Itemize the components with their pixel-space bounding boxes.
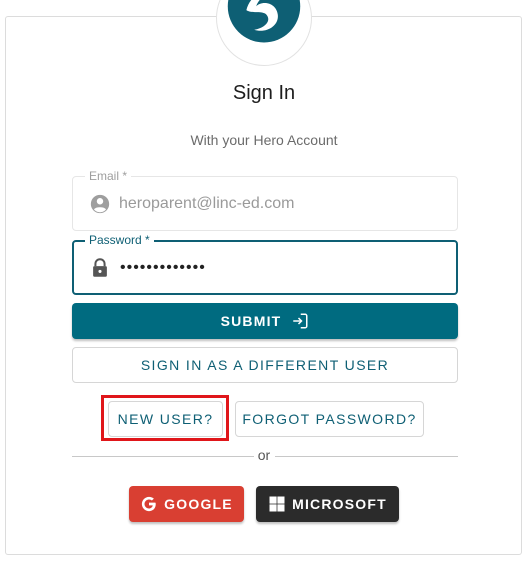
forgot-password-button[interactable]: FORGOT PASSWORD?: [235, 401, 424, 437]
microsoft-sign-in-button[interactable]: MICROSOFT: [256, 486, 399, 522]
microsoft-label: MICROSOFT: [292, 496, 387, 512]
submit-button[interactable]: SUBMIT: [72, 303, 458, 339]
divider-left: [72, 456, 254, 457]
submit-label: SUBMIT: [220, 313, 282, 329]
page-subtitle: With your Hero Account: [190, 132, 338, 148]
google-label: GOOGLE: [164, 496, 233, 512]
page-title: Sign In: [232, 82, 296, 104]
highlight-box: [101, 395, 229, 441]
lock-icon: [89, 257, 111, 279]
forgot-password-label: FORGOT PASSWORD?: [242, 411, 417, 427]
password-value: •••••••••••••: [120, 259, 206, 276]
google-sign-in-button[interactable]: GOOGLE: [129, 486, 244, 522]
login-icon: [291, 312, 309, 330]
account-circle-icon: [89, 193, 111, 215]
google-icon: [140, 495, 158, 513]
microsoft-icon: [268, 495, 286, 513]
divider-or: or: [257, 447, 271, 463]
password-field[interactable]: Password * •••••••••••••: [72, 233, 458, 295]
divider-right: [275, 456, 458, 457]
different-user-label: SIGN IN AS A DIFFERENT USER: [140, 357, 390, 373]
email-field[interactable]: Email * heroparent@linc-ed.com: [72, 169, 458, 231]
email-value: heroparent@linc-ed.com: [119, 195, 295, 212]
different-user-button[interactable]: SIGN IN AS A DIFFERENT USER: [72, 347, 458, 383]
